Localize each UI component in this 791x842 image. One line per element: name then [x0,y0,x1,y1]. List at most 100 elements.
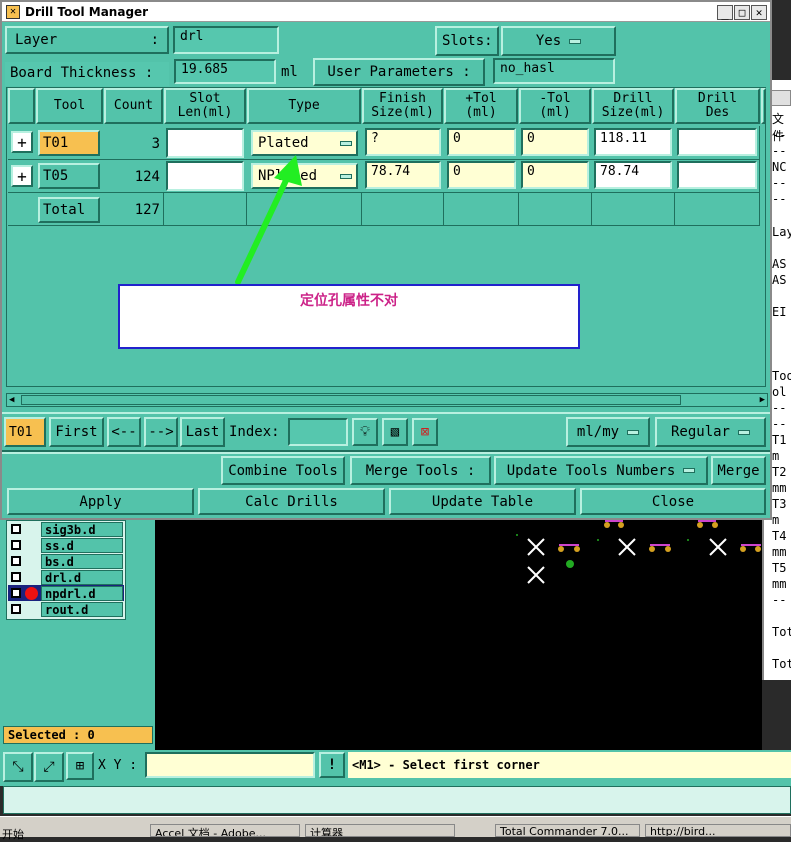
merge-tools-button[interactable]: Merge Tools : [350,456,491,485]
layer-row-npdrl[interactable]: npdrl.d [8,585,124,601]
drill-des-input[interactable] [677,128,757,156]
right-text-16: T2 [772,465,787,479]
prev-button[interactable]: <-- [107,417,141,447]
tool-button-t01[interactable]: T01 [38,130,100,156]
taskbar-item-http[interactable]: http://bird... [645,824,791,837]
last-button[interactable]: Last [180,417,225,447]
layer-button[interactable]: Layer: [5,26,169,54]
tool-icon-2[interactable]: ⤢ [34,752,64,782]
combine-tools-button[interactable]: Combine Tools [221,456,345,485]
right-text-14: T1 [772,433,787,447]
active-layer-dot-icon [25,586,38,600]
plus-tol-input[interactable]: 0 [447,161,516,189]
header-blank [8,88,35,124]
layer-row-rout[interactable]: rout.d [8,601,124,617]
layer-checkbox[interactable] [11,572,21,582]
layer-checkbox[interactable] [11,556,21,566]
layer-name: bs.d [41,553,123,569]
header-extra [761,88,766,124]
first-button[interactable]: First [49,417,104,447]
right-text-25: Tot [772,625,791,639]
index-label: Index: [229,424,280,440]
maximize-button[interactable]: □ [734,5,750,20]
finish-size-input[interactable]: ? [365,128,441,156]
apply-button[interactable]: Apply [7,488,194,515]
expand-icon[interactable]: + [11,165,33,187]
minus-tol-input[interactable]: 0 [521,128,589,156]
board-thickness-input[interactable]: 19.685 [174,59,276,84]
bulb-icon[interactable]: 💡︎ [352,418,378,446]
board-thickness-unit: ml [281,64,298,80]
table-scrollbar[interactable]: ◀ ▶ [6,393,768,407]
layer-name: rout.d [41,601,123,617]
minimize-button[interactable]: _ [717,5,733,20]
header-type: Type [247,88,361,124]
alert-icon[interactable]: ! [319,752,345,778]
taskbar-item-tc[interactable]: Total Commander 7.0... [495,824,640,837]
user-parameters-button[interactable]: User Parameters : [313,58,485,86]
mode-dropdown[interactable]: Regular [655,417,766,447]
command-line[interactable] [3,786,791,814]
scroll-thumb[interactable] [21,395,681,405]
layer-row-ss[interactable]: ss.d [8,537,124,553]
right-text-23: mm [772,577,787,591]
layer-row-bs[interactable]: bs.d [8,553,124,569]
taskbar-item-calc[interactable]: 计算器 [305,824,455,837]
layer-checkbox[interactable] [11,524,21,534]
window-title: Drill Tool Manager [25,5,149,19]
right-text-12: -- [772,401,787,415]
header-plus-tol: +Tol (ml) [444,88,518,124]
delete-icon[interactable]: ⊠ [412,418,438,446]
slots-dropdown[interactable]: Yes [501,26,616,56]
units-value: ml/my [576,424,620,440]
finish-size-input[interactable]: 78.74 [365,161,441,189]
layer-checkbox[interactable] [11,604,21,614]
mode-value: Regular [670,424,730,440]
start-button[interactable]: 开始 [2,826,24,842]
drill-des-input[interactable] [677,161,757,189]
header-slot-len: Slot Len(ml) [164,88,246,124]
expand-icon[interactable]: + [11,131,33,153]
scroll-right-arrow[interactable]: ▶ [760,395,765,405]
layer-row-drl[interactable]: drl.d [8,569,124,585]
header-tool: Tool [36,88,103,124]
dropdown-indicator-icon [569,38,582,44]
layer-checkbox[interactable] [11,540,21,550]
right-text-3: NC [772,160,787,174]
scroll-left-arrow[interactable]: ◀ [9,395,14,405]
tool-icon-1[interactable]: ⤡ [3,752,33,782]
layer-value-field[interactable]: drl [173,26,279,54]
minus-tol-input[interactable]: 0 [521,161,589,189]
merge-button[interactable]: Merge [711,456,766,485]
drill-size-input[interactable]: 78.74 [594,161,672,189]
update-table-button[interactable]: Update Table [389,488,576,515]
header-minus-tol: -Tol (ml) [519,88,591,124]
index-input[interactable] [288,418,348,446]
right-text-10: Too [772,369,791,383]
xy-input[interactable] [145,752,315,778]
right-text-7: AS [772,257,787,271]
close-window-button[interactable]: ✕ [751,5,767,20]
close-button[interactable]: Close [580,488,766,515]
layer-checkbox[interactable] [11,588,21,598]
update-tools-numbers-dropdown[interactable]: Update Tools Numbers [494,456,708,485]
user-parameters-field[interactable]: no_hasl [493,58,615,84]
next-button[interactable]: --> [144,417,178,447]
drill-size-input[interactable]: 118.11 [594,128,672,156]
tool-button-t05[interactable]: T05 [38,163,100,189]
canvas-graphics [516,520,761,584]
plus-tol-input[interactable]: 0 [447,128,516,156]
dropdown-indicator-icon [683,468,696,473]
annotation-text: 定位孔属性不对 [300,293,398,309]
layer-name: sig3b.d [41,521,123,537]
dropdown-indicator-icon [738,429,750,435]
layer-row-sig3b[interactable]: sig3b.d [8,521,124,537]
header-drill-size: Drill Size(ml) [592,88,674,124]
count-cell: 3 [151,136,160,152]
image-icon[interactable]: ▧ [382,418,408,446]
calc-drills-button[interactable]: Calc Drills [198,488,385,515]
units-dropdown[interactable]: ml/my [566,417,650,447]
grid-icon[interactable]: ⊞ [66,752,94,780]
taskbar-item-adobe[interactable]: Accel 文档 - Adobe... [150,824,300,837]
right-panel-scrollbar[interactable] [770,90,791,106]
